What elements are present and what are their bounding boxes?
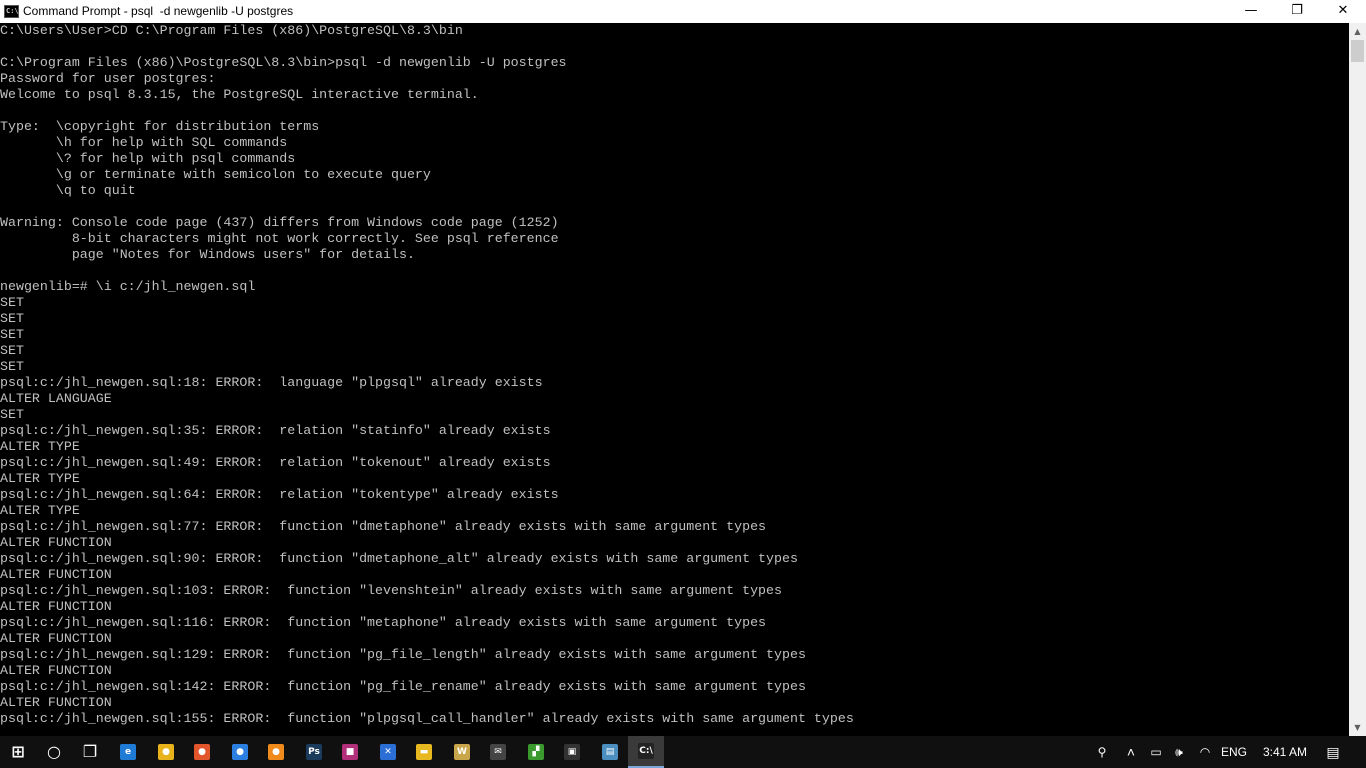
volume-icon[interactable]: 🕪 bbox=[1168, 736, 1190, 768]
windows-icon: ⊞ bbox=[11, 742, 25, 761]
firefox-app-3[interactable]: ● bbox=[258, 736, 294, 768]
firefox-icon: ● bbox=[232, 744, 248, 760]
notepad-app[interactable]: ▤ bbox=[592, 736, 628, 768]
task-view-button[interactable]: ❐ bbox=[72, 736, 108, 768]
chrome-icon: ● bbox=[158, 744, 174, 760]
command-prompt-app[interactable]: C:\ bbox=[628, 736, 664, 768]
notifications-icon[interactable]: ▤ bbox=[1320, 736, 1346, 768]
title-bar: C:\ Command Prompt - psql -d newgenlib -… bbox=[0, 0, 1366, 23]
start-button[interactable]: ⊞ bbox=[0, 736, 36, 768]
command-prompt-icon-label: C:\ bbox=[6, 7, 19, 15]
x-app-icon: ✕ bbox=[380, 744, 396, 760]
minimize-button[interactable]: — bbox=[1228, 0, 1274, 23]
app-magenta[interactable]: ■ bbox=[332, 736, 368, 768]
console-text: C:\Users\User>CD C:\Program Files (x86)\… bbox=[0, 23, 854, 726]
app-green[interactable]: ▞ bbox=[518, 736, 554, 768]
scroll-down-arrow[interactable]: ▼ bbox=[1349, 719, 1366, 736]
close-button[interactable]: ✕ bbox=[1320, 0, 1366, 23]
show-hidden-icons-chevron[interactable]: ˄ bbox=[1120, 736, 1142, 768]
language-indicator[interactable]: ENG bbox=[1218, 736, 1250, 768]
photoshop-icon: Ps bbox=[306, 744, 322, 760]
console-output[interactable]: C:\Users\User>CD C:\Program Files (x86)\… bbox=[0, 23, 1349, 736]
app-icon: ▞ bbox=[528, 744, 544, 760]
window-title: Command Prompt - psql -d newgenlib -U po… bbox=[23, 4, 294, 18]
sticky-notes-app[interactable]: ▣ bbox=[554, 736, 590, 768]
app-blue-x[interactable]: ✕ bbox=[370, 736, 406, 768]
chrome-app[interactable]: ● bbox=[148, 736, 184, 768]
edge-icon: e bbox=[120, 744, 136, 760]
sticky-notes-icon: ▣ bbox=[564, 744, 580, 760]
mail-app[interactable]: ✉ bbox=[480, 736, 516, 768]
wifi-icon[interactable]: ◠ bbox=[1194, 736, 1216, 768]
notepad-icon: ▤ bbox=[602, 744, 618, 760]
people-icon[interactable]: ⚲ bbox=[1090, 736, 1114, 768]
edge-app[interactable]: e bbox=[110, 736, 146, 768]
word-icon: W bbox=[454, 744, 470, 760]
mail-icon: ✉ bbox=[490, 744, 506, 760]
firefox-icon: ● bbox=[194, 744, 210, 760]
taskbar: ⊞ ○ ❐ e ● ● ● ● Ps ■ ✕ ▬ W ✉ ▞ ▣ ▤ C:\ ⚲ ˄ ▭ 🕪 ◠ ENG 3:41… bbox=[0, 736, 1366, 768]
photoshop-app[interactable]: Ps bbox=[296, 736, 332, 768]
clock[interactable]: 3:41 AM bbox=[1256, 736, 1314, 768]
battery-icon[interactable]: ▭ bbox=[1145, 736, 1167, 768]
scroll-up-arrow[interactable]: ▲ bbox=[1349, 23, 1366, 40]
command-prompt-icon: C:\ bbox=[4, 5, 19, 18]
cmd-icon: C:\ bbox=[638, 743, 654, 759]
app-icon: ■ bbox=[342, 744, 358, 760]
folder-icon: ▬ bbox=[416, 744, 432, 760]
cortana-button[interactable]: ○ bbox=[36, 736, 72, 768]
restore-button[interactable]: ❐ bbox=[1274, 0, 1320, 23]
file-explorer-app[interactable]: ▬ bbox=[406, 736, 442, 768]
word-app[interactable]: W bbox=[444, 736, 480, 768]
firefox-icon: ● bbox=[268, 744, 284, 760]
vertical-scrollbar[interactable]: ▲ ▼ bbox=[1349, 23, 1366, 736]
firefox-app-2[interactable]: ● bbox=[222, 736, 258, 768]
task-view-icon: ❐ bbox=[82, 742, 98, 761]
firefox-app-1[interactable]: ● bbox=[184, 736, 220, 768]
cortana-icon: ○ bbox=[47, 742, 61, 761]
scrollbar-thumb[interactable] bbox=[1351, 40, 1364, 62]
